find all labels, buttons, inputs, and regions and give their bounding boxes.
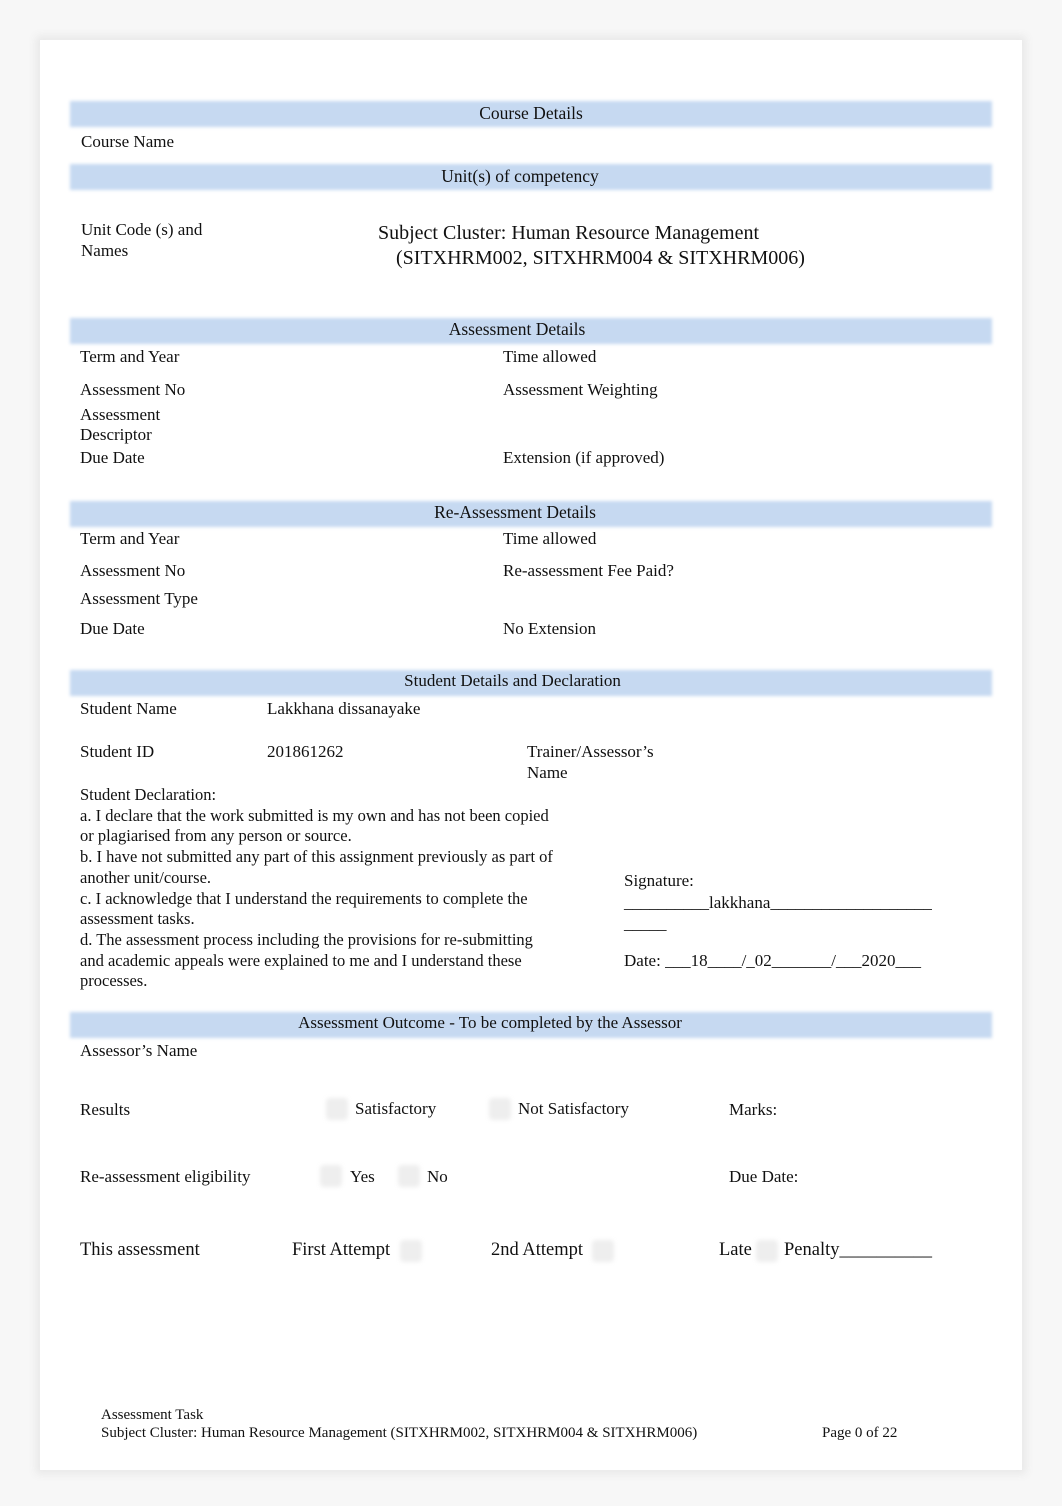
- descriptor-label: Assessment Descriptor: [80, 405, 161, 444]
- satisfactory-label: Satisfactory: [355, 1099, 437, 1118]
- due-date-label: Due Date: [80, 448, 145, 467]
- student-name-label: Student Name: [80, 699, 177, 718]
- not-satisfactory-checkbox[interactable]: [489, 1098, 511, 1120]
- weighting-label: Assessment Weighting: [503, 380, 658, 399]
- extension-label: Extension (if approved): [503, 448, 665, 467]
- re-no-label: Assessment No: [80, 561, 186, 580]
- units-line1: Subject Cluster: Human Resource Manageme…: [378, 222, 760, 244]
- course-details-header: Course Details: [479, 103, 583, 123]
- re-no-extension-label: No Extension: [503, 619, 597, 638]
- re-time-label: Time allowed: [503, 529, 597, 548]
- outcome-due-label: Due Date:: [729, 1167, 799, 1186]
- reassessment-header: Re-Assessment Details: [434, 502, 596, 522]
- late-label: Late: [719, 1240, 752, 1260]
- second-attempt-checkbox[interactable]: [592, 1240, 614, 1262]
- assessment-header: Assessment Details: [448, 319, 586, 339]
- eligibility-label: Re-assessment eligibility: [80, 1167, 251, 1186]
- yes-checkbox[interactable]: [320, 1165, 342, 1187]
- first-attempt-label: First Attempt: [292, 1240, 391, 1260]
- term-label: Term and Year: [80, 347, 180, 366]
- page-number: Page 0 of 22: [822, 1425, 898, 1441]
- document-page: Course Details Course Name Unit(s) of co…: [0, 0, 1062, 1506]
- units-header: Unit(s) of competency: [441, 166, 599, 186]
- penalty-label: Penalty__________: [784, 1240, 932, 1260]
- second-attempt-label: 2nd Attempt: [491, 1240, 583, 1260]
- time-label: Time allowed: [503, 347, 597, 366]
- student-id: 201861262: [267, 742, 344, 761]
- no-label: No: [427, 1167, 448, 1186]
- results-label: Results: [80, 1100, 131, 1119]
- signature-cont: _____: [624, 914, 667, 933]
- footer-line2: Subject Cluster: Human Resource Manageme…: [101, 1425, 698, 1441]
- first-attempt-checkbox[interactable]: [400, 1240, 422, 1262]
- late-checkbox[interactable]: [756, 1240, 778, 1262]
- satisfactory-checkbox[interactable]: [326, 1098, 348, 1120]
- student-declaration: Student Declaration: a. I declare that t…: [80, 785, 553, 991]
- student-name: Lakkhana dissanayake: [267, 699, 421, 718]
- units-line2: (SITXHRM002, SITXHRM004 & SITXHRM006): [396, 247, 805, 269]
- re-due-label: Due Date: [80, 619, 145, 638]
- assessment-no-label: Assessment No: [80, 380, 186, 399]
- not-satisfactory-label: Not Satisfactory: [518, 1099, 629, 1118]
- student-id-label: Student ID: [80, 742, 155, 761]
- re-fee-label: Re-assessment Fee Paid?: [503, 561, 674, 580]
- yes-label: Yes: [350, 1167, 375, 1186]
- no-checkbox[interactable]: [398, 1165, 420, 1187]
- unit-code-label: Unit Code (s) and Names: [81, 220, 203, 260]
- signature: __________lakkhana___________________: [624, 893, 932, 912]
- assessor-name-label: Assessor’s Name: [80, 1041, 198, 1060]
- re-term-label: Term and Year: [80, 529, 180, 548]
- declaration-date: Date: ___18____/_02_______/___2020___: [624, 951, 922, 970]
- marks-label: Marks:: [729, 1100, 778, 1119]
- student-header: Student Details and Declaration: [404, 671, 621, 690]
- re-type-label: Assessment Type: [80, 589, 198, 608]
- this-assessment-label: This assessment: [80, 1240, 200, 1260]
- signature-label: Signature:: [624, 871, 694, 890]
- course-name-label: Course Name: [81, 132, 175, 151]
- footer-line1: Assessment Task: [101, 1407, 204, 1423]
- trainer-label: Trainer/Assessor’s Name: [527, 742, 654, 782]
- outcome-header: Assessment Outcome - To be completed by …: [298, 1013, 682, 1032]
